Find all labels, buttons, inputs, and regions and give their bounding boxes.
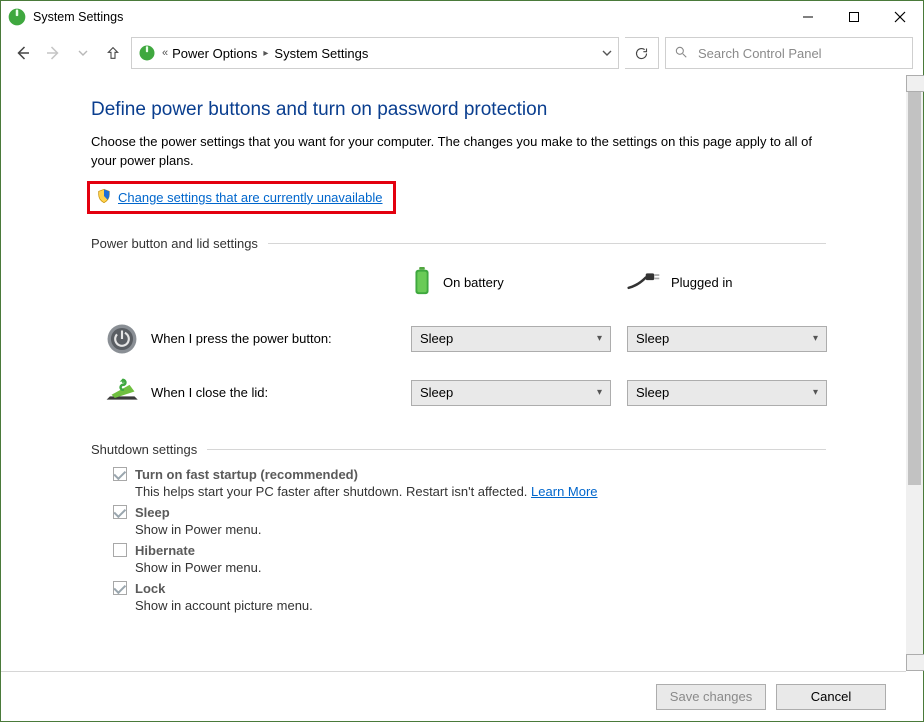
change-unavailable-settings-link[interactable]: Change settings that are currently unava… (118, 190, 383, 205)
column-on-battery: On battery (411, 261, 611, 312)
titlebar: System Settings (1, 1, 923, 33)
checkbox-lock[interactable] (113, 581, 127, 595)
power-lid-grid: On battery Plugged in (105, 261, 826, 420)
select-power-button-battery[interactable]: Sleep ▾ (411, 326, 611, 352)
refresh-button[interactable] (625, 37, 659, 69)
learn-more-link[interactable]: Learn More (531, 484, 597, 499)
close-button[interactable] (877, 1, 923, 33)
battery-icon (411, 267, 433, 298)
page-intro: Choose the power settings that you want … (91, 133, 826, 171)
row-close-lid: When I close the lid: (105, 366, 395, 420)
option-hibernate: Hibernate Show in Power menu. (113, 543, 826, 575)
breadcrumb-overflow-icon[interactable]: « (162, 47, 166, 59)
minimize-button[interactable] (785, 1, 831, 33)
maximize-button[interactable] (831, 1, 877, 33)
option-lock: Lock Show in account picture menu. (113, 581, 826, 613)
page-title: Define power buttons and turn on passwor… (91, 99, 826, 121)
checkbox-fast-startup[interactable] (113, 467, 127, 481)
row-label-text: When I close the lid: (151, 385, 268, 400)
search-box[interactable] (665, 37, 913, 69)
scroll-track[interactable] (906, 92, 923, 654)
chevron-down-icon: ▾ (813, 333, 818, 344)
option-sleep: Sleep Show in Power menu. (113, 505, 826, 537)
scroll-up-button[interactable]: ▲ (906, 75, 924, 92)
select-close-lid-plugged[interactable]: Sleep ▾ (627, 380, 827, 406)
chevron-down-icon: ▾ (597, 333, 602, 344)
search-icon (674, 45, 688, 62)
nav-up[interactable] (101, 41, 125, 65)
column-label: On battery (443, 275, 504, 290)
checkbox-hibernate[interactable] (113, 543, 127, 557)
footer: Save changes Cancel (1, 671, 906, 721)
plug-icon (627, 271, 661, 294)
breadcrumb-item[interactable]: System Settings (274, 46, 368, 61)
content-panel: Define power buttons and turn on passwor… (1, 75, 906, 671)
save-changes-button[interactable]: Save changes (656, 684, 766, 710)
checkbox-sleep[interactable] (113, 505, 127, 519)
select-close-lid-battery[interactable]: Sleep ▾ (411, 380, 611, 406)
chevron-right-icon: ▸ (263, 48, 268, 59)
chevron-down-icon: ▾ (813, 387, 818, 398)
uac-shield-icon (96, 188, 112, 207)
power-options-icon (138, 44, 156, 62)
vertical-scrollbar[interactable]: ▲ ▼ (906, 75, 923, 671)
row-label-text: When I press the power button: (151, 331, 332, 346)
highlighted-admin-link-box: Change settings that are currently unava… (87, 181, 396, 214)
window-title: System Settings (33, 10, 123, 24)
breadcrumb-item[interactable]: Power Options (172, 46, 257, 61)
select-power-button-plugged[interactable]: Sleep ▾ (627, 326, 827, 352)
nav-row: « Power Options ▸ System Settings (1, 33, 923, 73)
group-power-lid: Power button and lid settings (91, 236, 826, 251)
power-button-icon (105, 322, 139, 356)
address-dropdown-icon[interactable] (602, 46, 612, 61)
option-fast-startup: Turn on fast startup (recommended) This … (113, 467, 826, 499)
chevron-down-icon: ▾ (597, 387, 602, 398)
nav-forward[interactable] (41, 41, 65, 65)
column-plugged-in: Plugged in (627, 265, 827, 308)
row-power-button: When I press the power button: (105, 312, 395, 366)
scroll-thumb[interactable] (908, 92, 921, 485)
column-label: Plugged in (671, 275, 732, 290)
nav-back[interactable] (11, 41, 35, 65)
group-shutdown: Shutdown settings (91, 442, 826, 457)
cancel-button[interactable]: Cancel (776, 684, 886, 710)
address-bar[interactable]: « Power Options ▸ System Settings (131, 37, 619, 69)
search-input[interactable] (696, 45, 904, 62)
shutdown-settings: Turn on fast startup (recommended) This … (113, 467, 826, 613)
nav-recent-dropdown[interactable] (71, 41, 95, 65)
power-options-icon (7, 7, 27, 27)
laptop-lid-icon (105, 376, 139, 410)
scroll-down-button[interactable]: ▼ (906, 654, 924, 671)
